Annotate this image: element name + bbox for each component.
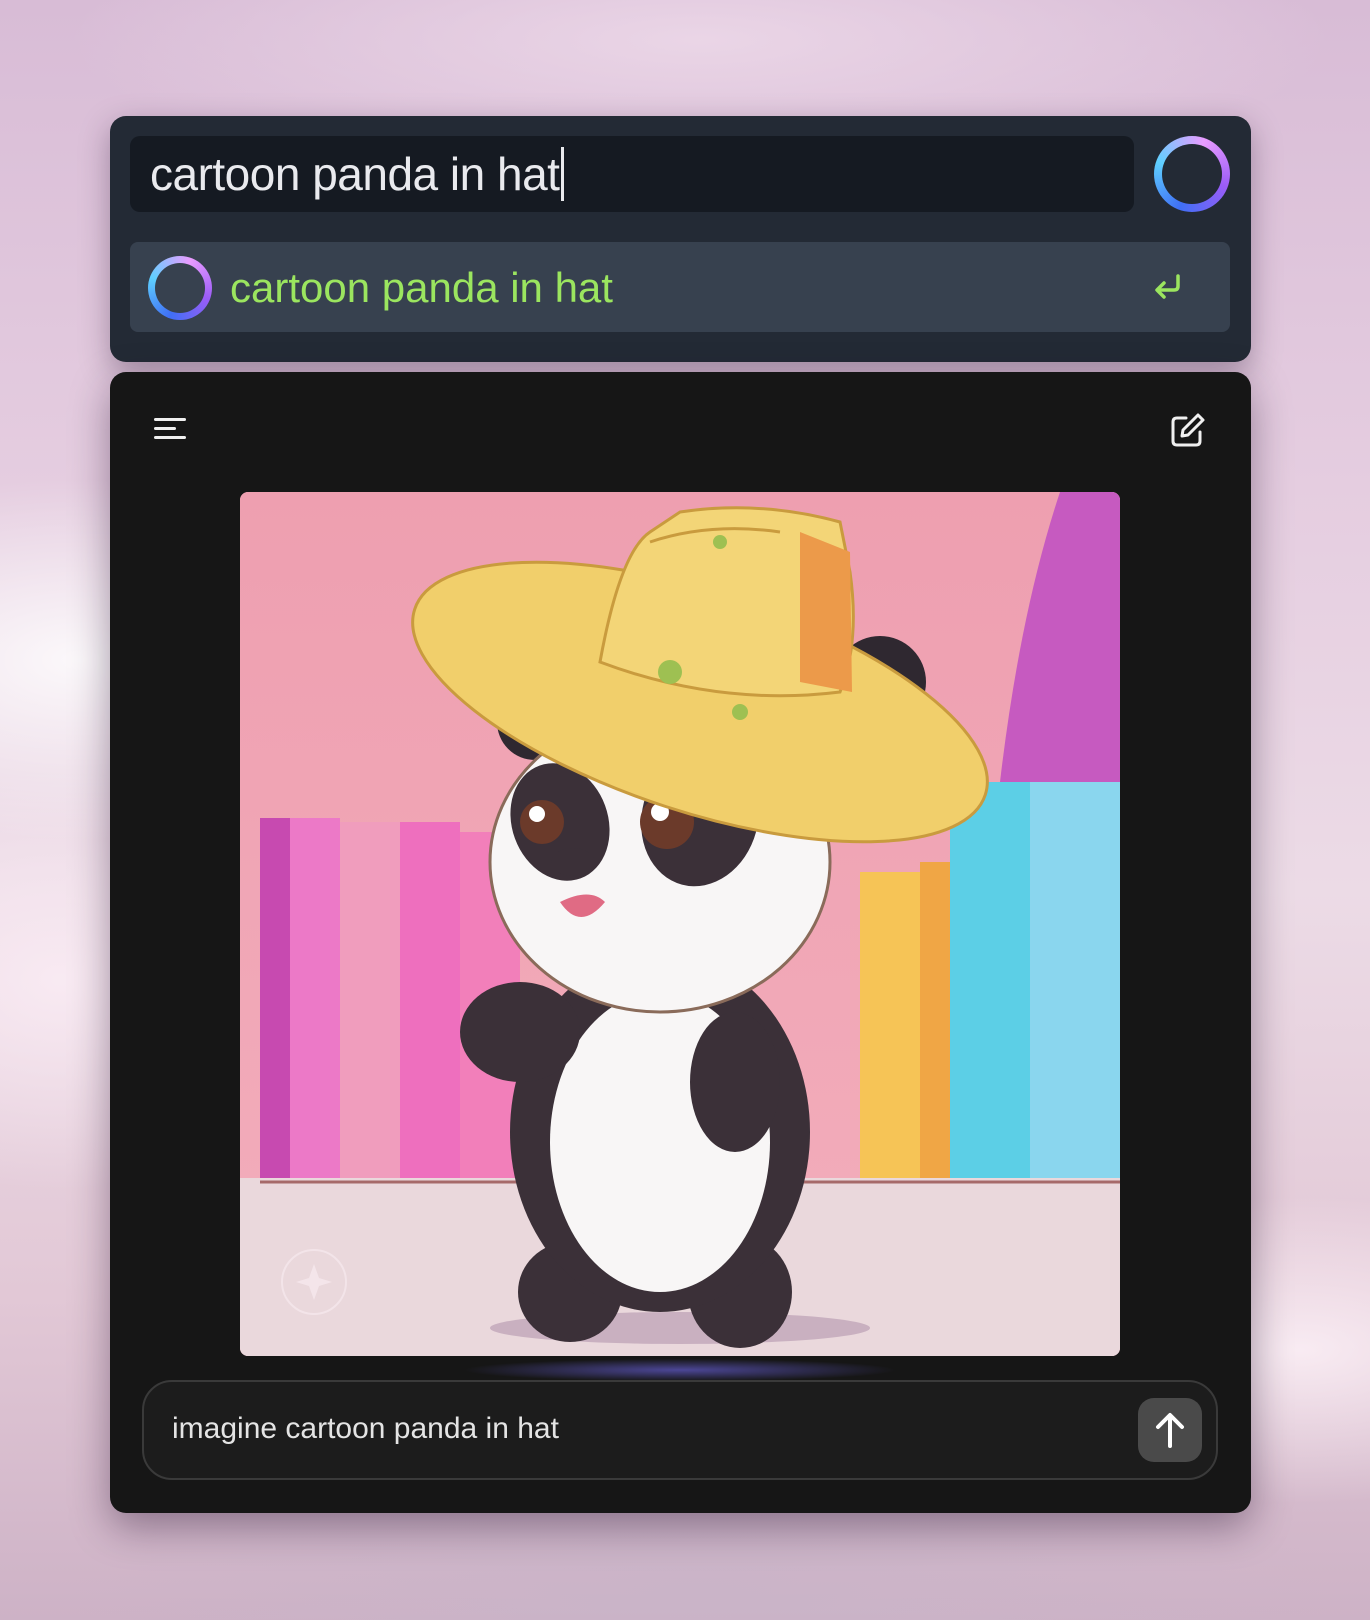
menu-icon[interactable]: [154, 416, 188, 442]
panda-illustration: [240, 492, 1120, 1356]
text-caret: [561, 147, 565, 201]
search-launcher: cartoon panda in hat cartoon panda in ha…: [110, 116, 1251, 362]
meta-ai-ring-icon: [148, 256, 212, 320]
suggestion-label: cartoon panda in hat: [230, 264, 613, 311]
composer-input-text[interactable]: imagine cartoon panda in hat: [172, 1412, 559, 1446]
search-query-text: cartoon panda in hat: [150, 148, 560, 200]
new-chat-icon[interactable]: [1170, 412, 1206, 448]
search-suggestion[interactable]: cartoon panda in hat: [130, 242, 1230, 332]
meta-ai-ring-icon[interactable]: [1154, 136, 1230, 212]
generated-image[interactable]: [240, 492, 1120, 1356]
message-composer[interactable]: imagine cartoon panda in hat: [142, 1380, 1218, 1480]
arrow-up-icon: [1156, 1413, 1184, 1448]
search-input[interactable]: cartoon panda in hat: [130, 136, 1134, 212]
return-icon: [1155, 274, 1180, 299]
send-button[interactable]: [1138, 1398, 1202, 1462]
chat-panel: imagine cartoon panda in hat: [110, 372, 1251, 1513]
